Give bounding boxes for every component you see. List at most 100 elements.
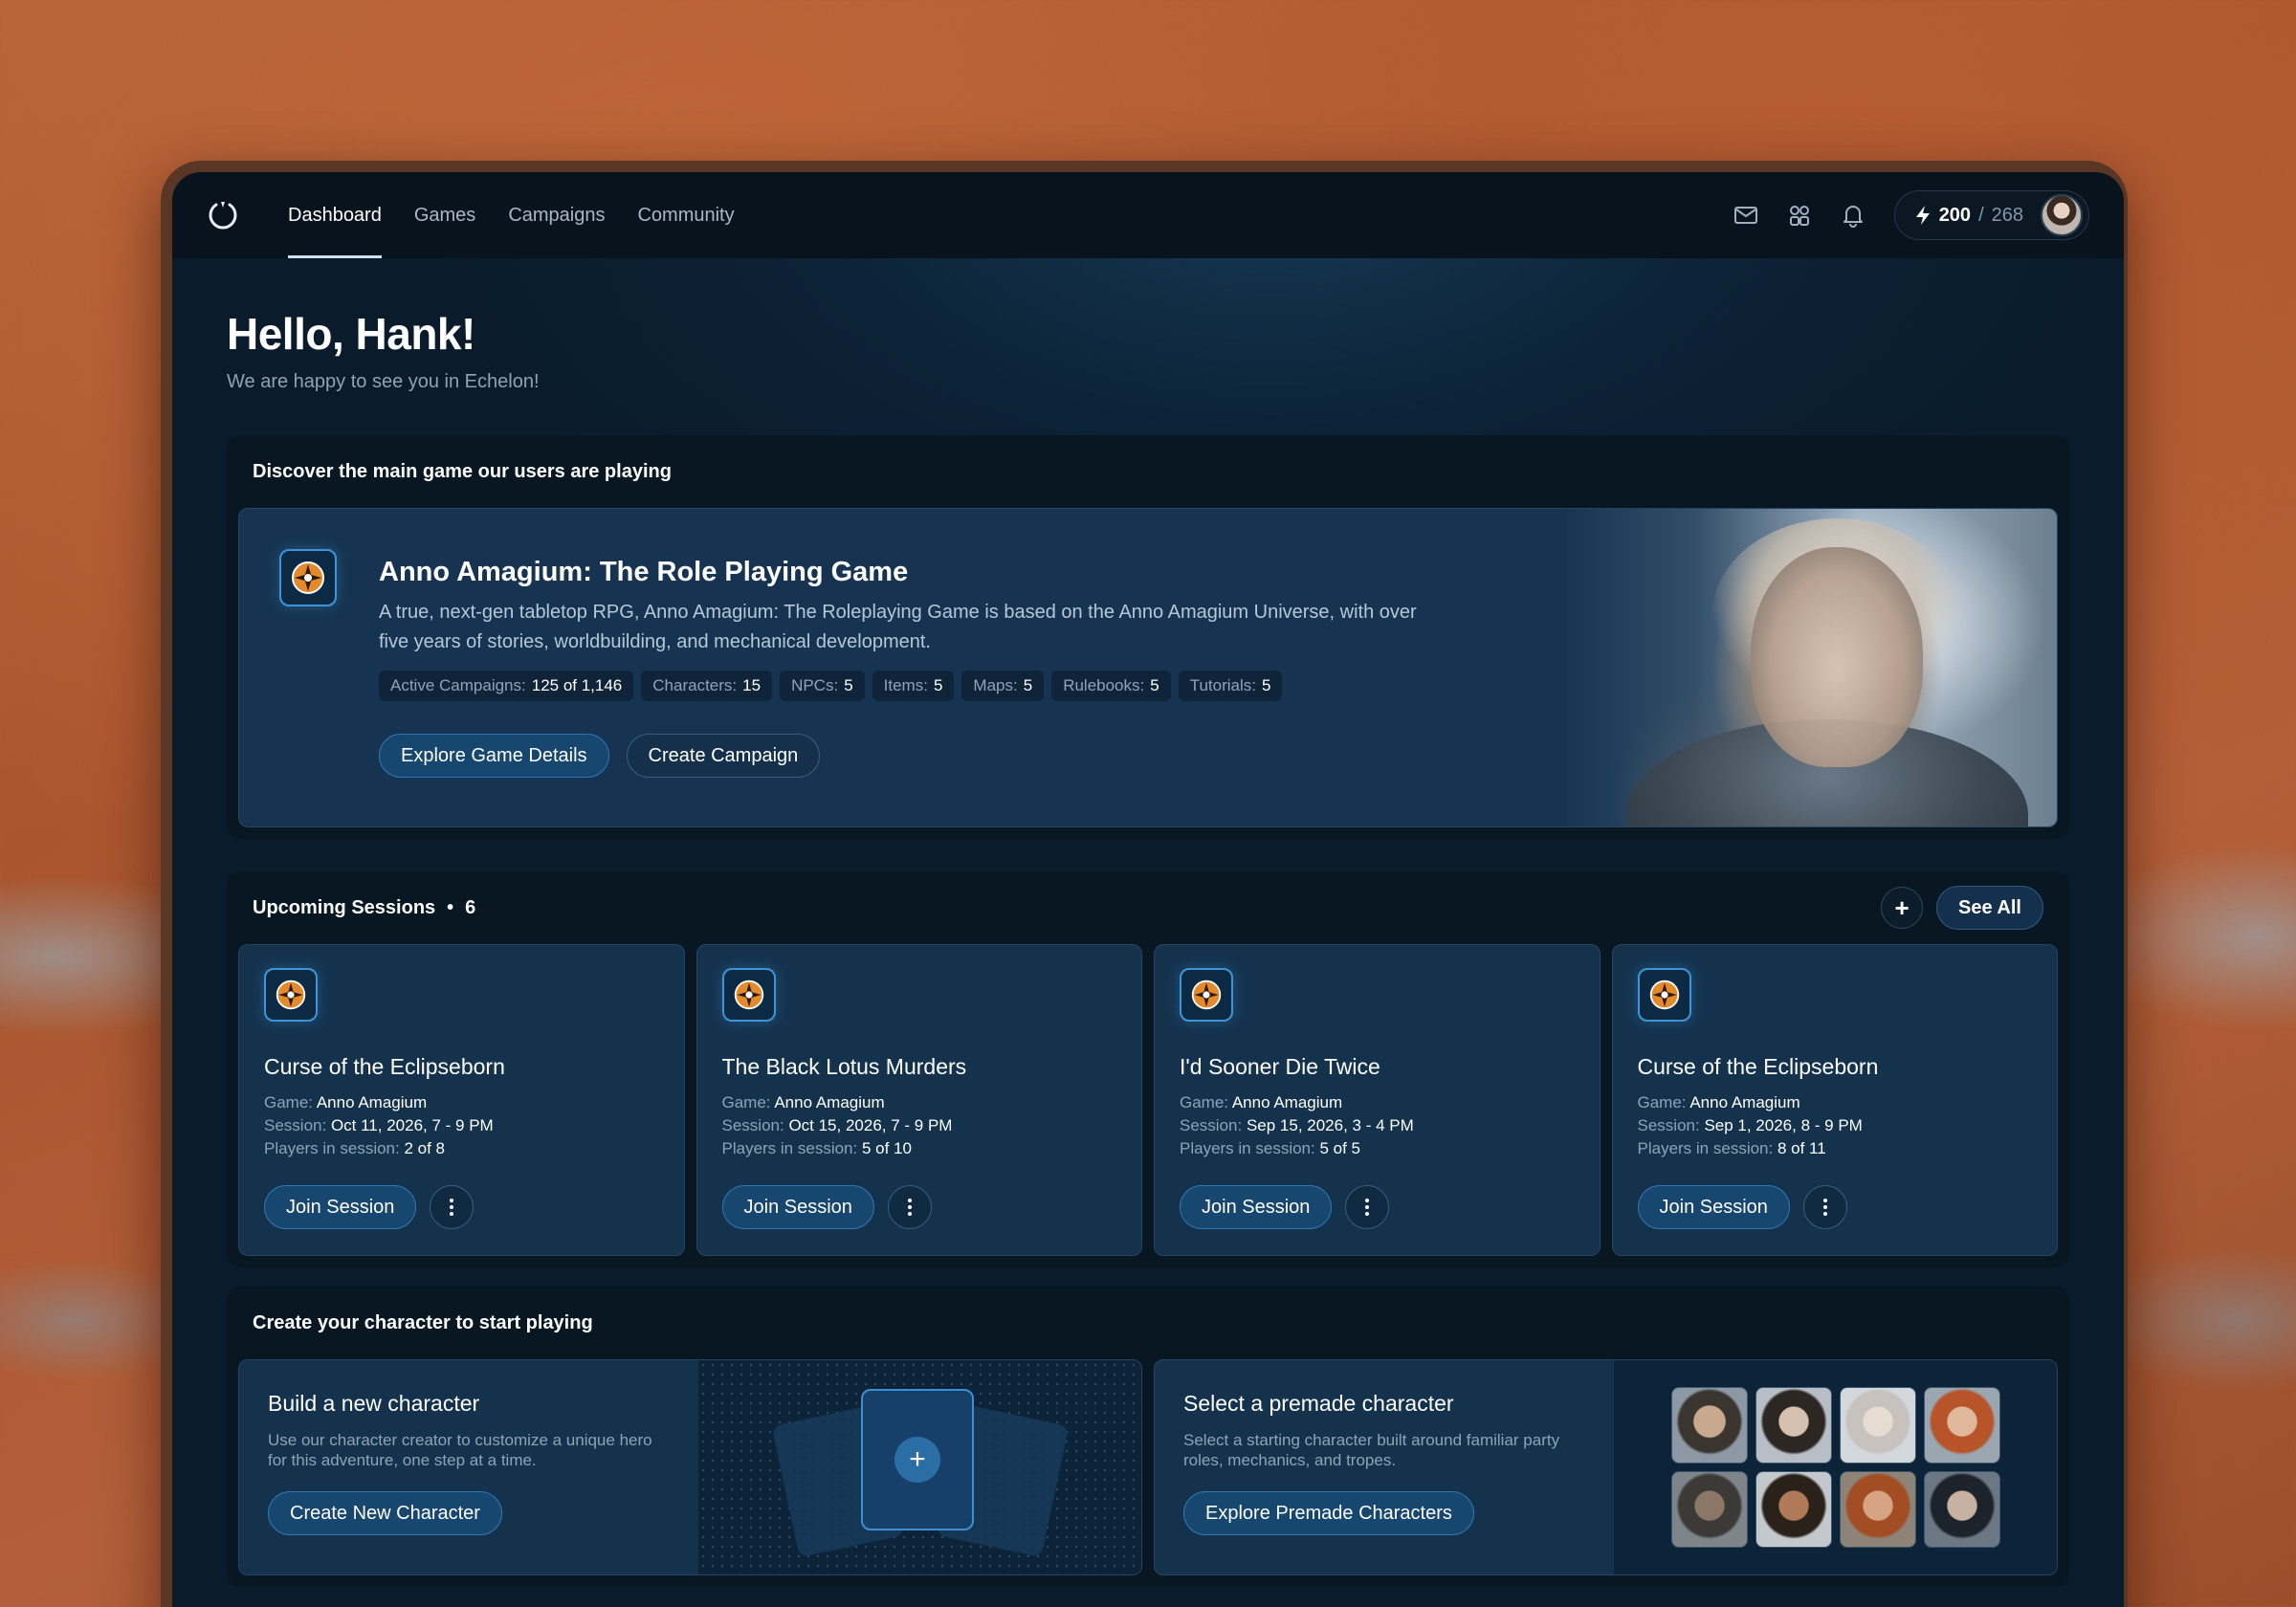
plus-icon: + (894, 1437, 940, 1483)
featured-game-title: Anno Amagium: The Role Playing Game (379, 557, 909, 587)
see-all-button[interactable]: See All (1936, 886, 2043, 930)
credits-pill[interactable]: 200 / 268 (1893, 190, 2089, 240)
premade-character-card: Select a premade character Select a star… (1154, 1359, 2058, 1575)
greeting: Hello, Hank! We are happy to see you in … (227, 308, 2069, 393)
create-new-character-button[interactable]: Create New Character (268, 1491, 502, 1535)
stat-rulebooks: Rulebooks: 5 (1051, 671, 1171, 701)
stat-items: Items: 5 (872, 671, 955, 701)
character-portrait[interactable] (1671, 1387, 1748, 1464)
session-title: The Black Lotus Murders (721, 1054, 967, 1079)
nav-campaigns[interactable]: Campaigns (492, 172, 621, 258)
explore-premade-characters-button[interactable]: Explore Premade Characters (1183, 1491, 1474, 1535)
nav-dashboard[interactable]: Dashboard (272, 172, 398, 258)
featured-panel: Discover the main game our users are pla… (227, 435, 2069, 839)
stat-maps: Maps: 5 (961, 671, 1045, 701)
session-grid: Curse of the Eclipseborn Game: Anno Amag… (238, 944, 2058, 1256)
join-session-button[interactable]: Join Session (1637, 1185, 1790, 1229)
credits-current: 200 (1938, 204, 1972, 226)
nav-community[interactable]: Community (621, 172, 750, 258)
game-emblem-icon (264, 968, 318, 1022)
featured-game-body: Anno Amagium: The Role Playing Game A tr… (239, 509, 1422, 826)
session-meta: Game: Anno Amagium Session: Sep 1, 2026,… (1637, 1093, 1863, 1157)
stat-npcs: NPCs: 5 (780, 671, 865, 701)
premade-portraits (1614, 1360, 2057, 1574)
premade-character-desc: Select a starting character built around… (1183, 1431, 1560, 1469)
bell-icon[interactable] (1841, 203, 1866, 228)
main-content: Hello, Hank! We are happy to see you in … (172, 308, 2124, 1587)
characters-panel: Create your character to start playing B… (227, 1287, 2069, 1587)
mail-icon[interactable] (1733, 203, 1758, 228)
more-options-icon[interactable] (430, 1185, 475, 1229)
character-options: Build a new character Use our character … (238, 1359, 2058, 1575)
session-meta: Game: Anno Amagium Session: Sep 15, 2026… (1180, 1093, 1414, 1157)
featured-game-card: Anno Amagium: The Role Playing Game A tr… (238, 508, 2058, 827)
session-actions: Join Session (721, 1185, 1117, 1229)
app-logo-icon[interactable] (207, 199, 239, 231)
sessions-count: 6 (465, 896, 476, 918)
nav-links: Dashboard Games Campaigns Community (272, 172, 751, 258)
sessions-panel: Upcoming Sessions • 6 + See All Curse of… (227, 871, 2069, 1267)
nav-right: 200 / 268 (1733, 190, 2089, 240)
apps-icon[interactable] (1787, 203, 1812, 228)
join-session-button[interactable]: Join Session (1180, 1185, 1333, 1229)
featured-game-description: A true, next-gen tabletop RPG, Anno Amag… (379, 602, 1417, 652)
session-actions: Join Session (1637, 1185, 2033, 1229)
character-portrait[interactable] (1840, 1387, 1916, 1464)
characters-section-title: Create your character to start playing (253, 1311, 593, 1333)
featured-actions: Explore Game Details Create Campaign (379, 734, 1422, 778)
nav-games[interactable]: Games (398, 172, 492, 258)
sessions-header: Upcoming Sessions • 6 + See All (238, 871, 2058, 944)
session-actions: Join Session (264, 1185, 659, 1229)
join-session-button[interactable]: Join Session (264, 1185, 417, 1229)
session-title: I'd Sooner Die Twice (1180, 1054, 1380, 1079)
game-emblem-icon (721, 968, 776, 1022)
top-nav: Dashboard Games Campaigns Community 200 … (172, 172, 2124, 258)
character-portrait[interactable] (1755, 1471, 1832, 1548)
character-portrait[interactable] (1924, 1471, 2000, 1548)
character-portrait[interactable] (1924, 1387, 2000, 1464)
credits-separator: / (1978, 204, 1984, 226)
game-emblem-icon (279, 549, 337, 606)
featured-game-text: Anno Amagium: The Role Playing Game A tr… (379, 549, 1422, 826)
character-portrait[interactable] (1755, 1387, 1832, 1464)
more-options-icon[interactable] (1345, 1185, 1390, 1229)
character-portrait[interactable] (1671, 1471, 1748, 1548)
new-character-card[interactable]: + (861, 1389, 974, 1530)
page-title: Hello, Hank! (227, 309, 475, 359)
more-options-icon[interactable] (1802, 1185, 1847, 1229)
sessions-header-actions: + See All (1881, 886, 2043, 930)
bolt-icon (1915, 206, 1930, 225)
build-character-text: Build a new character Use our character … (239, 1360, 698, 1574)
build-character-card: Build a new character Use our character … (238, 1359, 1142, 1575)
stat-characters: Characters: 15 (641, 671, 773, 701)
featured-section-title: Discover the main game our users are pla… (253, 460, 672, 482)
stat-tutorials: Tutorials: 5 (1178, 671, 1283, 701)
explore-game-details-button[interactable]: Explore Game Details (379, 734, 609, 778)
session-title: Curse of the Eclipseborn (1637, 1054, 1879, 1079)
session-card: The Black Lotus Murders Game: Anno Amagi… (695, 944, 1142, 1256)
sessions-title: Upcoming Sessions (253, 896, 436, 918)
game-emblem-icon (1180, 968, 1233, 1022)
more-options-icon[interactable] (887, 1185, 932, 1229)
build-character-desc: Use our character creator to customize a… (268, 1431, 652, 1469)
stat-active-campaigns: Active Campaigns: 125 of 1,146 (379, 671, 634, 701)
session-card: Curse of the Eclipseborn Game: Anno Amag… (238, 944, 685, 1256)
user-avatar[interactable] (2041, 194, 2083, 236)
add-session-button[interactable]: + (1881, 887, 1924, 929)
credits-max: 268 (1991, 204, 2023, 226)
featured-game-stats: Active Campaigns: 125 of 1,146 Characters… (379, 671, 1422, 701)
session-meta: Game: Anno Amagium Session: Oct 15, 2026… (721, 1093, 953, 1157)
character-portrait[interactable] (1840, 1471, 1916, 1548)
session-card: Curse of the Eclipseborn Game: Anno Amag… (1611, 944, 2058, 1256)
page-subtitle: We are happy to see you in Echelon! (227, 371, 540, 392)
session-title: Curse of the Eclipseborn (264, 1054, 505, 1079)
join-session-button[interactable]: Join Session (721, 1185, 874, 1229)
app-window: Dashboard Games Campaigns Community 200 … (172, 172, 2124, 1607)
game-emblem-icon (1637, 968, 1691, 1022)
session-actions: Join Session (1180, 1185, 1575, 1229)
sessions-dot: • (447, 896, 454, 918)
build-character-title: Build a new character (268, 1391, 480, 1416)
session-card: I'd Sooner Die Twice Game: Anno Amagium … (1154, 944, 1601, 1256)
featured-game-art (1397, 509, 2057, 826)
create-campaign-button[interactable]: Create Campaign (626, 734, 821, 778)
